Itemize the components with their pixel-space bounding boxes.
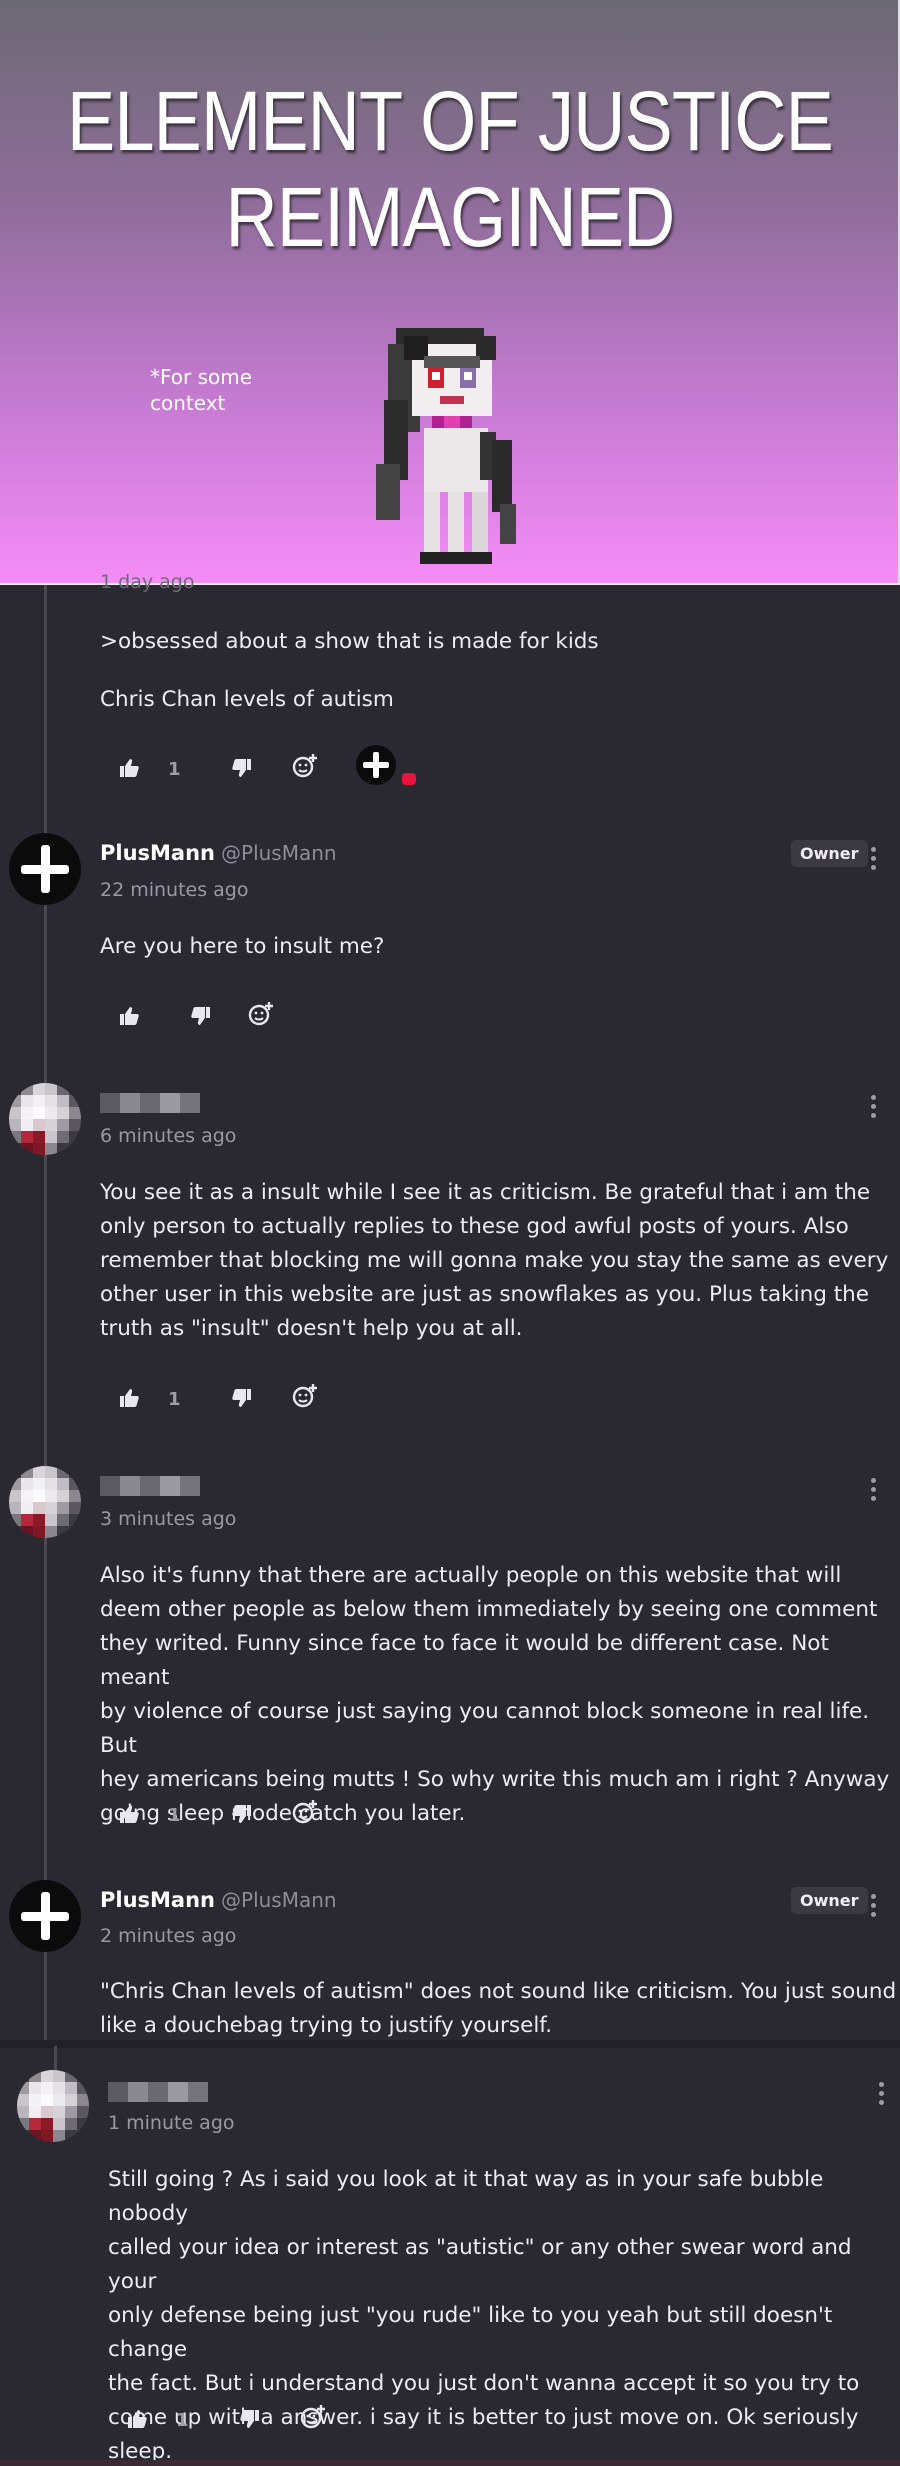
comment-body: You see it as a insult while I see it as… bbox=[100, 1176, 888, 1346]
comment-line: only defense being just "you rude" like … bbox=[108, 2303, 833, 2362]
comment-body: Also it's funny that there are actually … bbox=[100, 1559, 900, 1831]
like-count: 1 bbox=[168, 1805, 181, 1826]
redacted-username[interactable] bbox=[100, 1093, 200, 1113]
more-options-icon[interactable] bbox=[871, 1095, 877, 1121]
bottom-edge bbox=[0, 2460, 900, 2466]
like-count: 1 bbox=[176, 2410, 189, 2431]
reply-icon[interactable] bbox=[292, 1799, 318, 1825]
like-count: 1 bbox=[168, 1389, 181, 1410]
thumbs-up-icon[interactable] bbox=[118, 1803, 140, 1825]
avatar[interactable] bbox=[9, 1880, 81, 1952]
pony-pixel-art bbox=[376, 328, 516, 564]
thumbs-down-icon[interactable] bbox=[190, 1005, 212, 1027]
avatar[interactable] bbox=[17, 2070, 89, 2142]
comment-line: Also it's funny that there are actually … bbox=[100, 1563, 842, 1588]
comment-body: Are you here to insult me? bbox=[100, 930, 384, 964]
comment-timestamp: 6 minutes ago bbox=[100, 1125, 237, 1147]
plusmann-cursor-icon bbox=[356, 745, 396, 785]
thumbs-down-icon[interactable] bbox=[231, 1387, 253, 1409]
owner-badge: Owner bbox=[791, 840, 868, 867]
thumbs-up-icon[interactable] bbox=[118, 1005, 140, 1027]
username[interactable]: PlusMann bbox=[100, 1888, 215, 1912]
comment-line: other user in this website are just as s… bbox=[100, 1282, 869, 1307]
redacted-username[interactable] bbox=[108, 2082, 208, 2102]
comment-actions: 1 bbox=[118, 745, 438, 787]
comment-line: hey americans being mutts ! So why write… bbox=[100, 1767, 890, 1792]
user-handle: @PlusMann bbox=[221, 841, 337, 865]
redacted-username[interactable] bbox=[100, 1476, 200, 1496]
comment-author[interactable]: PlusMann @PlusMann bbox=[100, 1888, 337, 1912]
thumbs-down-icon[interactable] bbox=[231, 1803, 253, 1825]
comment-actions: 1 bbox=[118, 1800, 338, 1833]
comment-timestamp: 3 minutes ago bbox=[100, 1508, 237, 1530]
comment-line: You see it as a insult while I see it as… bbox=[100, 1180, 871, 1205]
reply-icon[interactable] bbox=[292, 753, 318, 779]
avatar[interactable] bbox=[9, 1083, 81, 1155]
comment-line: only person to actually replies to these… bbox=[100, 1214, 849, 1239]
notification-dot bbox=[402, 773, 416, 785]
thumbs-up-icon[interactable] bbox=[126, 2408, 148, 2430]
comment-paragraph: Chris Chan levels of autism bbox=[100, 687, 394, 712]
comment-line: the fact. But i understand you just don'… bbox=[108, 2371, 860, 2396]
comment-actions: 1 bbox=[126, 2405, 346, 2438]
thumbs-up-icon[interactable] bbox=[118, 1387, 140, 1409]
comment-actions bbox=[118, 1002, 318, 1035]
comment-body: "Chris Chan levels of autism" does not s… bbox=[100, 1975, 896, 2043]
comment-line: they writed. Funny since face to face it… bbox=[100, 1631, 829, 1690]
more-options-icon[interactable] bbox=[871, 1478, 877, 1504]
banner-title-line1: ELEMENT OF JUSTICE bbox=[67, 74, 834, 168]
comment-timestamp: 22 minutes ago bbox=[100, 879, 249, 901]
comment-actions: 1 bbox=[118, 1384, 338, 1417]
reply-icon[interactable] bbox=[248, 1001, 274, 1027]
screenshot-divider bbox=[0, 2040, 900, 2048]
comment-author[interactable]: PlusMann @PlusMann bbox=[100, 841, 337, 865]
avatar[interactable] bbox=[9, 1466, 81, 1538]
comment-line: truth as "insult" doesn't help you at al… bbox=[100, 1316, 523, 1341]
avatar[interactable] bbox=[9, 833, 81, 905]
banner-title-line2: REIMAGINED bbox=[225, 170, 676, 264]
comment-line: like a douchebag trying to justify yours… bbox=[100, 2013, 553, 2038]
comment-paragraph: >obsessed about a show that is made for … bbox=[100, 629, 599, 654]
more-options-icon[interactable] bbox=[871, 1894, 877, 1920]
username[interactable]: PlusMann bbox=[100, 841, 215, 865]
comment-paragraph: Are you here to insult me? bbox=[100, 934, 385, 959]
thumbs-down-icon[interactable] bbox=[239, 2408, 261, 2430]
comment-line: remember that blocking me will gonna mak… bbox=[100, 1248, 889, 1273]
like-count: 1 bbox=[168, 759, 181, 780]
more-options-icon[interactable] bbox=[879, 2082, 885, 2108]
reply-icon[interactable] bbox=[300, 2404, 326, 2430]
thumbs-down-icon[interactable] bbox=[231, 757, 253, 779]
banner-image: ELEMENT OF JUSTICE REIMAGINED *For some … bbox=[0, 0, 900, 585]
comment-timestamp: 1 day ago bbox=[100, 571, 195, 593]
comment-line: "Chris Chan levels of autism" does not s… bbox=[100, 1979, 897, 2004]
comment-timestamp: 2 minutes ago bbox=[100, 1925, 237, 1947]
comment-timestamp: 1 minute ago bbox=[108, 2112, 235, 2134]
more-options-icon[interactable] bbox=[871, 847, 877, 873]
reply-icon[interactable] bbox=[292, 1383, 318, 1409]
comment-body: >obsessed about a show that is made for … bbox=[100, 625, 599, 717]
user-handle: @PlusMann bbox=[221, 1888, 337, 1912]
banner-caption: *For some context bbox=[150, 365, 253, 415]
comment-line: called your idea or interest as "autisti… bbox=[108, 2235, 852, 2294]
thumbs-up-icon[interactable] bbox=[118, 757, 140, 779]
comment-line: by violence of course just saying you ca… bbox=[100, 1699, 870, 1758]
owner-badge: Owner bbox=[791, 1887, 868, 1914]
thread-line bbox=[44, 585, 47, 2045]
comment-line: Still going ? As i said you look at it t… bbox=[108, 2167, 824, 2226]
comment-line: deem other people as below them immediat… bbox=[100, 1597, 878, 1622]
